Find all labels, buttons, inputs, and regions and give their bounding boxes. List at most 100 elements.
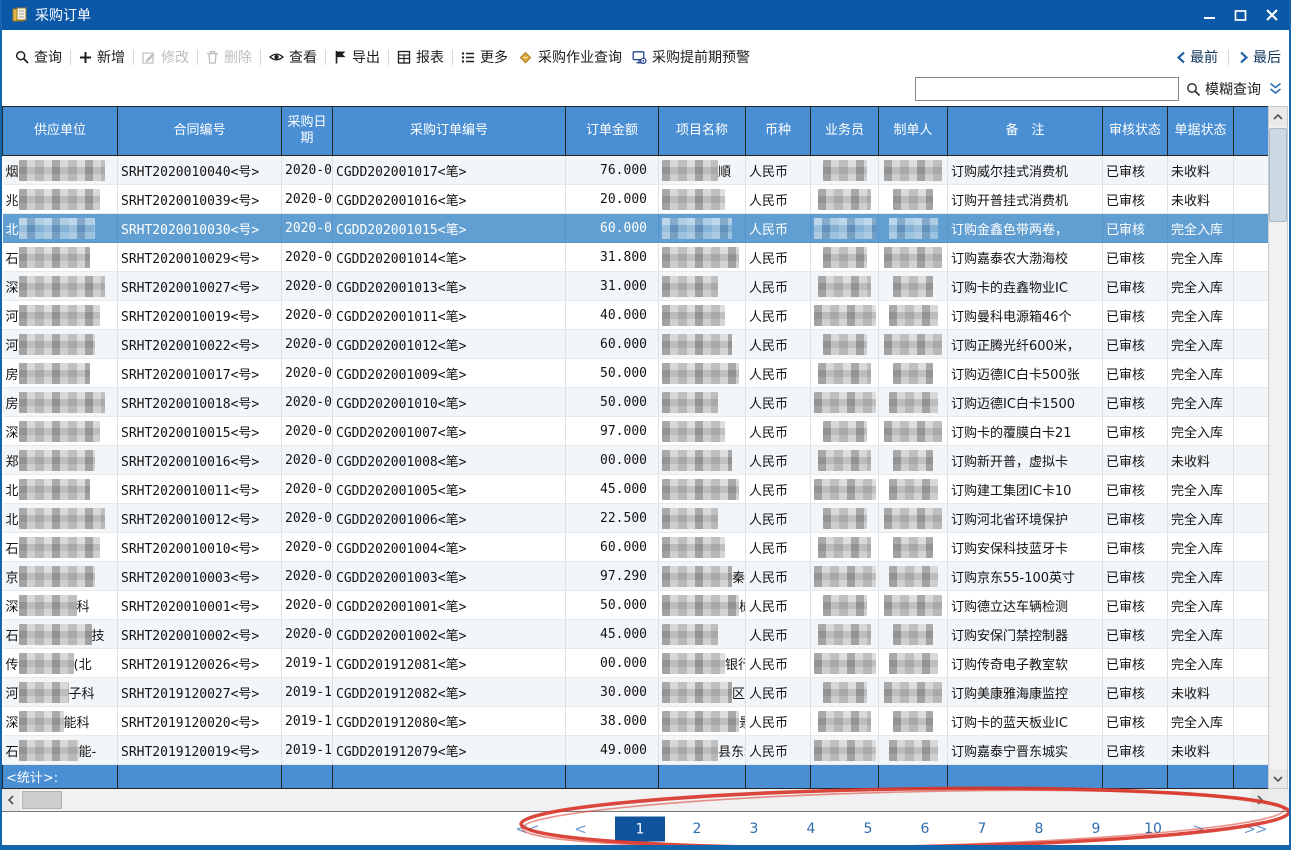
page-button-5[interactable]: 5 [864, 821, 873, 837]
scroll-down-arrow[interactable] [1269, 769, 1287, 788]
table-row[interactable]: 北SRHT2020010011<号>2020-0CGDD202001005<笔>… [3, 475, 1269, 504]
column-header-order-no[interactable]: 采购订单编号 [333, 107, 566, 156]
table-row[interactable]: 石SRHT2020010010<号>2020-0CGDD202001004<笔>… [3, 533, 1269, 562]
page-button-8[interactable]: 8 [1035, 821, 1044, 837]
censored-mosaic [662, 479, 739, 500]
cell-contract-no: SRHT2020010039<号> [118, 185, 282, 214]
column-header-audit-status[interactable]: 审核状态 [1103, 107, 1168, 156]
table-row[interactable]: 传(北SRHT2019120026<号>2019-1CGDD201912081<… [3, 649, 1269, 678]
cell-audit-status: 已审核 [1103, 272, 1168, 301]
table-row[interactable]: 北SRHT2020010030<号>2020-0CGDD202001015<笔>… [3, 214, 1269, 243]
scroll-up-arrow[interactable] [1269, 107, 1287, 126]
page-button-6[interactable]: 6 [921, 821, 930, 837]
table-row[interactable]: 石技SRHT2020010002<号>2020-0CGDD202001002<笔… [3, 620, 1269, 649]
table-row[interactable]: 深SRHT2020010027<号>2020-0CGDD202001013<笔>… [3, 272, 1269, 301]
table-row[interactable]: 深能科SRHT2019120020<号>2019-1CGDD201912080<… [3, 707, 1269, 736]
horizontal-scrollbar[interactable] [2, 789, 1289, 812]
cell-salesperson [811, 562, 879, 591]
table-row[interactable]: 兆SRHT2020010039<号>2020-0CGDD202001016<笔>… [3, 185, 1269, 214]
toolbar-button-导出[interactable]: 导出 [329, 47, 385, 67]
cell-purchase-date: 2020-0 [282, 359, 333, 388]
nav-first-button[interactable]: 最前 [1176, 47, 1218, 67]
close-button[interactable] [1265, 8, 1279, 22]
toolbar-button-采购提前期预警[interactable]: 采购提前期预警 [627, 47, 755, 67]
cell-currency: 人民币 [746, 504, 811, 533]
export-icon [334, 50, 347, 64]
censored-mosaic [19, 653, 74, 674]
fuzzy-search-button[interactable]: 模糊查询 [1186, 79, 1261, 99]
table-row[interactable]: 河SRHT2020010022<号>2020-0CGDD202001012<笔>… [3, 330, 1269, 359]
cell-order-no: CGDD202001007<笔> [333, 417, 566, 446]
column-header-amount[interactable]: 订单金额 [566, 107, 659, 156]
cell-audit-status: 已审核 [1103, 446, 1168, 475]
column-header-filler[interactable] [1234, 107, 1269, 156]
page-first-button[interactable]: << [515, 820, 538, 838]
column-header-salesperson[interactable]: 业务员 [811, 107, 879, 156]
cell-currency: 人民币 [746, 359, 811, 388]
column-header-currency[interactable]: 币种 [746, 107, 811, 156]
page-button-4[interactable]: 4 [807, 821, 816, 837]
statistics-row: <统计>: [3, 765, 1269, 789]
table-row[interactable]: 深SRHT2020010015<号>2020-0CGDD202001007<笔>… [3, 417, 1269, 446]
table-row[interactable]: 郑SRHT2020010016<号>2020-0CGDD202001008<笔>… [3, 446, 1269, 475]
column-header-purchase-date[interactable]: 采购日期 [282, 107, 333, 156]
table-row[interactable]: 石SRHT2020010029<号>2020-0CGDD202001014<笔>… [3, 243, 1269, 272]
column-header-doc-status[interactable]: 单据状态 [1168, 107, 1234, 156]
column-header-contract-no[interactable]: 合同编号 [118, 107, 282, 156]
table-row[interactable]: 房SRHT2020010017<号>2020-0CGDD202001009<笔>… [3, 359, 1269, 388]
page-button-1[interactable]: 1 [615, 817, 665, 842]
page-button-3[interactable]: 3 [750, 821, 759, 837]
censored-mosaic [818, 189, 871, 210]
table-row[interactable]: 石能-SRHT2019120019<号>2019-1CGDD201912079<… [3, 736, 1269, 765]
page-next-button[interactable]: > [1192, 820, 1204, 838]
cell-currency: 人民币 [746, 272, 811, 301]
censored-mosaic [818, 624, 871, 645]
vscroll-thumb[interactable] [1269, 128, 1287, 222]
censored-mosaic [19, 479, 90, 500]
censored-mosaic [662, 653, 725, 674]
toolbar-button-新增[interactable]: 新增 [74, 47, 130, 67]
cell-maker [879, 359, 948, 388]
scroll-left-arrow[interactable] [2, 789, 20, 811]
cell-remark: 订购曼科电源箱46个 [948, 301, 1103, 330]
table-row[interactable]: 京SRHT2020010003<号>2020-0CGDD202001003<笔>… [3, 562, 1269, 591]
search-input[interactable] [915, 77, 1179, 101]
page-button-10[interactable]: 10 [1144, 821, 1162, 837]
censored-mosaic [893, 450, 933, 471]
table-row[interactable]: 深科SRHT2020010001<号>2020-0CGDD202001001<笔… [3, 591, 1269, 620]
table-row[interactable]: 河SRHT2020010019<号>2020-0CGDD202001011<笔>… [3, 301, 1269, 330]
minimize-button[interactable] [1203, 9, 1216, 22]
hscroll-thumb[interactable] [22, 791, 62, 809]
table-row[interactable]: 烟SRHT2020010040<号>2020-0CGDD202001017<笔>… [3, 156, 1269, 185]
toolbar-button-更多[interactable]: 更多 [456, 47, 513, 67]
table-row[interactable]: 房SRHT2020010018<号>2020-0CGDD202001010<笔>… [3, 388, 1269, 417]
cell-remark: 订购迈德IC白卡1500 [948, 388, 1103, 417]
toolbar-button-采购作业查询[interactable]: 采购作业查询 [513, 47, 627, 67]
page-button-7[interactable]: 7 [978, 821, 987, 837]
column-header-remark[interactable]: 备 注 [948, 107, 1103, 156]
censored-mosaic [19, 276, 105, 297]
column-header-maker[interactable]: 制单人 [879, 107, 948, 156]
cell-audit-status: 已审核 [1103, 243, 1168, 272]
nav-last-button[interactable]: 最后 [1239, 47, 1281, 67]
maximize-button[interactable] [1234, 9, 1247, 22]
table-row[interactable]: 河子科SRHT2019120027<号>2019-1CGDD201912082<… [3, 678, 1269, 707]
toolbar-button-报表[interactable]: 报表 [392, 47, 449, 67]
page-prev-button[interactable]: < [574, 820, 586, 838]
vertical-scrollbar[interactable] [1268, 106, 1288, 789]
page-button-9[interactable]: 9 [1092, 821, 1101, 837]
cell-project: 银行 [659, 649, 746, 678]
scroll-right-arrow[interactable] [1251, 789, 1269, 811]
cell-supplier: 河 [3, 301, 118, 330]
column-header-supplier[interactable]: 供应单位 [3, 107, 118, 156]
page-last-button[interactable]: >> [1243, 820, 1266, 838]
censored-mosaic [814, 566, 876, 587]
toolbar-button-查询[interactable]: 查询 [10, 47, 67, 67]
expand-chevron-icon[interactable] [1268, 82, 1283, 96]
cell-maker [879, 736, 948, 765]
toolbar-button-查看[interactable]: 查看 [264, 47, 322, 67]
column-header-project[interactable]: 项目名称 [659, 107, 746, 156]
page-button-2[interactable]: 2 [693, 821, 702, 837]
table-row[interactable]: 北SRHT2020010012<号>2020-0CGDD202001006<笔>… [3, 504, 1269, 533]
cell-remark: 订购京东55-100英寸 [948, 562, 1103, 591]
